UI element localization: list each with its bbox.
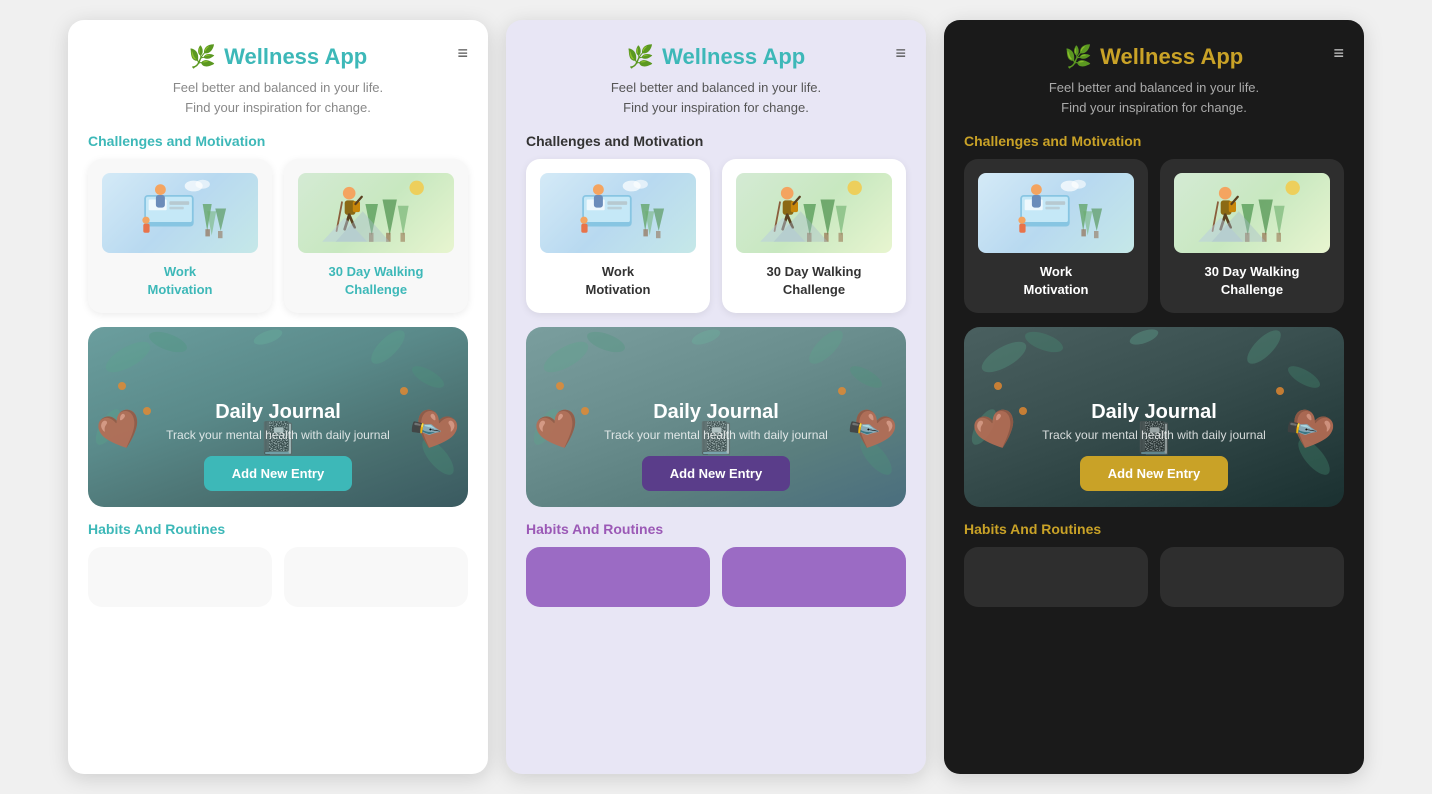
add-entry-button[interactable]: Add New Entry (642, 456, 790, 491)
journal-subtitle: Track your mental health with daily jour… (104, 428, 452, 442)
menu-icon[interactable]: ≡ (457, 44, 468, 62)
habit-card-2[interactable] (284, 547, 468, 607)
habits-section-title: Habits And Routines (526, 521, 906, 537)
challenges-section-title: Challenges and Motivation (964, 133, 1344, 149)
walking-challenge-label: 30 Day WalkingChallenge (329, 263, 424, 299)
habit-card-2[interactable] (722, 547, 906, 607)
walking-challenge-card[interactable]: 30 Day WalkingChallenge (1160, 159, 1344, 313)
wellness-logo-icon: 🌿 (627, 44, 654, 70)
dot-decor-3 (838, 387, 846, 395)
habit-card-1[interactable] (526, 547, 710, 607)
habits-section-title: Habits And Routines (964, 521, 1344, 537)
app-title: Wellness App (1100, 44, 1243, 70)
habit-card-1[interactable] (88, 547, 272, 607)
walking-illustration (298, 173, 454, 253)
menu-icon[interactable]: ≡ (895, 44, 906, 62)
walking-challenge-card[interactable]: 30 Day WalkingChallenge (284, 159, 468, 313)
walking-challenge-label: 30 Day WalkingChallenge (1205, 263, 1300, 299)
wellness-logo-icon: 🌿 (189, 44, 216, 70)
phone-panel-light: ≡ 🌿 Wellness App Feel better and balance… (68, 20, 488, 774)
cards-grid: WorkMotivation 30 Day Walk (526, 159, 906, 313)
dot-decor-1 (556, 382, 564, 390)
logo-row: 🌿 Wellness App (1065, 44, 1243, 70)
cards-grid: WorkMotivation 30 Day Walk (88, 159, 468, 313)
journal-title: Daily Journal (980, 401, 1328, 424)
tagline: Feel better and balanced in your life.Fi… (611, 78, 821, 117)
phone-panel-purple: ≡ 🌿 Wellness App Feel better and balance… (506, 20, 926, 774)
journal-subtitle: Track your mental health with daily jour… (542, 428, 890, 442)
wellness-logo-icon: 🌿 (1065, 44, 1092, 70)
tagline: Feel better and balanced in your life.Fi… (173, 78, 383, 117)
challenges-section-title: Challenges and Motivation (526, 133, 906, 149)
app-title: Wellness App (662, 44, 805, 70)
journal-content: Daily Journal Track your mental health w… (104, 401, 452, 491)
journal-content: Daily Journal Track your mental health w… (542, 401, 890, 491)
work-motivation-card[interactable]: WorkMotivation (526, 159, 710, 313)
journal-content: Daily Journal Track your mental health w… (980, 401, 1328, 491)
menu-icon[interactable]: ≡ (1333, 44, 1344, 62)
journal-banner[interactable]: 🤎 🤎 ✒️ 📓 Daily Journal Track your mental… (88, 327, 468, 507)
logo-row: 🌿 Wellness App (189, 44, 367, 70)
journal-title: Daily Journal (542, 401, 890, 424)
work-illustration (540, 173, 696, 253)
tagline: Feel better and balanced in your life.Fi… (1049, 78, 1259, 117)
habits-grid (88, 547, 468, 607)
dot-decor-3 (400, 387, 408, 395)
walking-challenge-card[interactable]: 30 Day WalkingChallenge (722, 159, 906, 313)
work-motivation-label: WorkMotivation (586, 263, 651, 299)
walking-illustration (1174, 173, 1330, 253)
app-title: Wellness App (224, 44, 367, 70)
dot-decor-1 (118, 382, 126, 390)
habits-grid (526, 547, 906, 607)
phone-panel-dark: ≡ 🌿 Wellness App Feel better and balance… (944, 20, 1364, 774)
work-illustration (102, 173, 258, 253)
work-motivation-label: WorkMotivation (148, 263, 213, 299)
dot-decor-3 (1276, 387, 1284, 395)
header: ≡ 🌿 Wellness App Feel better and balance… (88, 44, 468, 117)
walking-illustration (736, 173, 892, 253)
habit-card-2[interactable] (1160, 547, 1344, 607)
add-entry-button[interactable]: Add New Entry (204, 456, 352, 491)
work-illustration (978, 173, 1134, 253)
logo-row: 🌿 Wellness App (627, 44, 805, 70)
cards-grid: WorkMotivation 30 Day Walk (964, 159, 1344, 313)
header: ≡ 🌿 Wellness App Feel better and balance… (964, 44, 1344, 117)
habits-section-title: Habits And Routines (88, 521, 468, 537)
journal-banner[interactable]: 🤎 🤎 ✒️ 📓 Daily Journal Track your mental… (964, 327, 1344, 507)
work-motivation-card[interactable]: WorkMotivation (964, 159, 1148, 313)
journal-title: Daily Journal (104, 401, 452, 424)
work-motivation-card[interactable]: WorkMotivation (88, 159, 272, 313)
habits-grid (964, 547, 1344, 607)
dot-decor-1 (994, 382, 1002, 390)
journal-subtitle: Track your mental health with daily jour… (980, 428, 1328, 442)
work-motivation-label: WorkMotivation (1024, 263, 1089, 299)
walking-challenge-label: 30 Day WalkingChallenge (767, 263, 862, 299)
header: ≡ 🌿 Wellness App Feel better and balance… (526, 44, 906, 117)
challenges-section-title: Challenges and Motivation (88, 133, 468, 149)
journal-banner[interactable]: 🤎 🤎 ✒️ 📓 Daily Journal Track your mental… (526, 327, 906, 507)
habit-card-1[interactable] (964, 547, 1148, 607)
add-entry-button[interactable]: Add New Entry (1080, 456, 1228, 491)
